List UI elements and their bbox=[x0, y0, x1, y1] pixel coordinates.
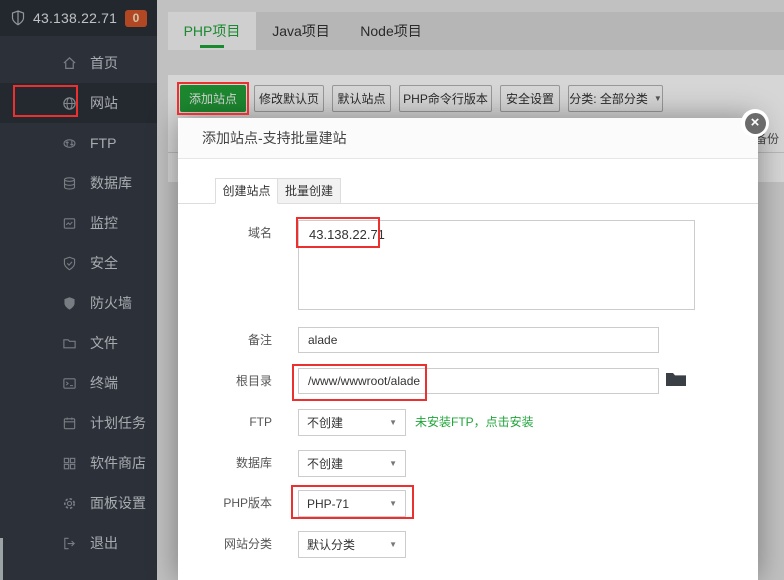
root-dir-label: 根目录 bbox=[235, 374, 272, 388]
tab-create-site[interactable]: 创建站点 bbox=[215, 178, 278, 204]
modal-tabbar: 创建站点 批量创建 bbox=[215, 178, 341, 204]
add-site-modal: 添加站点-支持批量建站 × 创建站点 批量创建 域名 43.138.22.71 … bbox=[178, 109, 769, 580]
note-input[interactable] bbox=[298, 327, 659, 353]
database-label: 数据库 bbox=[235, 456, 272, 470]
chevron-down-icon: ▼ bbox=[389, 418, 397, 427]
database-select[interactable]: 不创建 ▼ bbox=[298, 450, 406, 477]
chevron-down-icon: ▼ bbox=[389, 540, 397, 549]
ftp-install-link[interactable]: 未安装FTP，点击安装 bbox=[415, 409, 534, 436]
chevron-down-icon: ▼ bbox=[389, 499, 397, 508]
php-version-select[interactable]: PHP-71 ▼ bbox=[298, 490, 406, 517]
ftp-select[interactable]: 不创建 ▼ bbox=[298, 409, 406, 436]
close-icon: × bbox=[744, 112, 766, 134]
close-button[interactable]: × bbox=[741, 109, 769, 137]
domain-label: 域名 bbox=[247, 226, 272, 240]
ftp-select-value: 不创建 bbox=[307, 416, 344, 430]
domain-textarea[interactable]: 43.138.22.71 bbox=[298, 220, 695, 310]
php-version-label: PHP版本 bbox=[223, 496, 272, 510]
database-select-value: 不创建 bbox=[307, 457, 344, 471]
root-dir-input[interactable] bbox=[298, 368, 659, 394]
tab-batch-create[interactable]: 批量创建 bbox=[278, 178, 341, 204]
site-category-label: 网站分类 bbox=[223, 537, 272, 551]
ftp-label: FTP bbox=[249, 415, 272, 429]
php-version-select-value: PHP-71 bbox=[307, 496, 350, 511]
note-label: 备注 bbox=[247, 333, 272, 347]
browse-folder-icon[interactable] bbox=[665, 370, 687, 390]
site-category-select[interactable]: 默认分类 ▼ bbox=[298, 531, 406, 558]
chevron-down-icon: ▼ bbox=[389, 459, 397, 468]
modal-title: 添加站点-支持批量建站 bbox=[178, 118, 758, 159]
site-category-select-value: 默认分类 bbox=[307, 538, 356, 552]
